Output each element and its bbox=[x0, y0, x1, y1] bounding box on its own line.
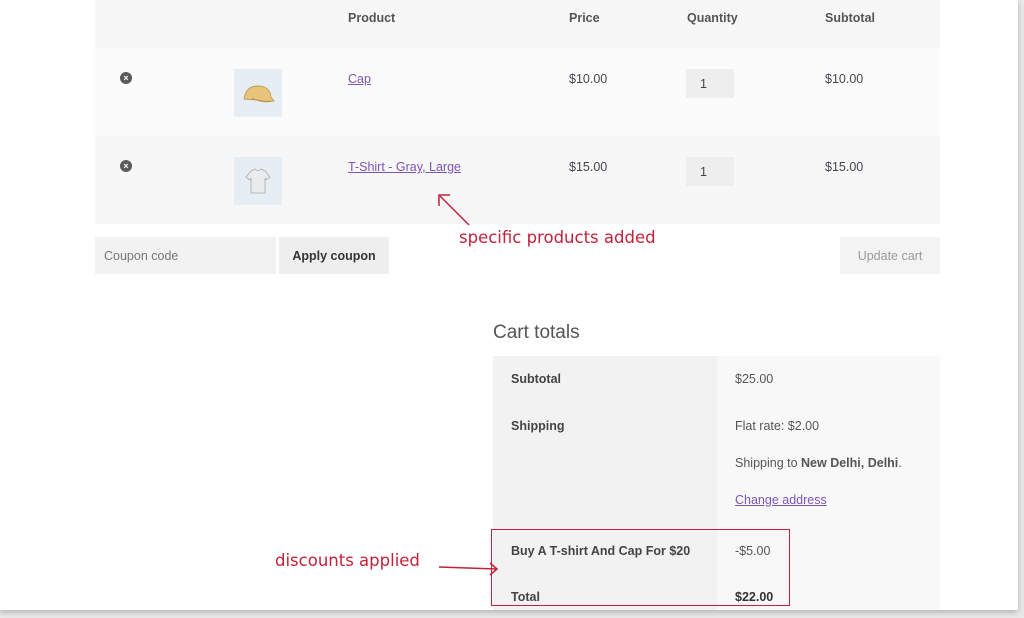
quantity-input-cap[interactable]: 1 bbox=[686, 69, 734, 98]
annotation-arrow-discounts bbox=[438, 562, 499, 576]
update-cart-button[interactable]: Update cart bbox=[840, 237, 940, 274]
close-circle-icon[interactable]: × bbox=[120, 72, 132, 84]
quantity-input-tshirt[interactable]: 1 bbox=[686, 157, 734, 186]
table-header: Product Price Quantity Subtotal bbox=[95, 0, 940, 48]
product-link-cap[interactable]: Cap bbox=[348, 72, 371, 86]
subtotal-label: Subtotal bbox=[493, 356, 717, 403]
shipping-value: Flat rate: $2.00 Shipping to New Delhi, … bbox=[717, 403, 940, 528]
annotation-discounts: discounts applied bbox=[275, 551, 420, 570]
subtotal-value: $25.00 bbox=[717, 356, 940, 403]
subtotal-row: Subtotal $25.00 bbox=[493, 356, 940, 403]
header-subtotal: Subtotal bbox=[825, 11, 875, 25]
tshirt-icon[interactable] bbox=[234, 157, 282, 205]
discount-highlight-box bbox=[491, 529, 790, 606]
shipping-method: Flat rate: $2.00 bbox=[735, 419, 820, 433]
subtotal-cap: $10.00 bbox=[825, 72, 864, 86]
header-price: Price bbox=[569, 11, 600, 25]
cart-table: Product Price Quantity Subtotal × Cap $1… bbox=[95, 0, 940, 224]
subtotal-tshirt: $15.00 bbox=[825, 160, 864, 174]
header-quantity: Quantity bbox=[687, 11, 738, 25]
apply-coupon-button[interactable]: Apply coupon bbox=[279, 237, 389, 274]
cap-icon[interactable] bbox=[234, 69, 282, 117]
coupon-code-input[interactable] bbox=[95, 237, 276, 274]
table-row: × Cap $10.00 1 $10.00 bbox=[95, 48, 940, 136]
annotation-arrow-products bbox=[438, 194, 470, 226]
header-product: Product bbox=[348, 11, 396, 25]
table-row: × T-Shirt - Gray, Large $15.00 1 $15.00 bbox=[95, 136, 940, 224]
product-link-tshirt[interactable]: T-Shirt - Gray, Large bbox=[348, 160, 461, 174]
shipping-label: Shipping bbox=[493, 403, 717, 528]
cart-page: Product Price Quantity Subtotal × Cap $1… bbox=[0, 0, 1018, 610]
cart-totals-title: Cart totals bbox=[493, 322, 580, 343]
annotation-products: specific products added bbox=[459, 228, 656, 247]
shipping-row: Shipping Flat rate: $2.00 Shipping to Ne… bbox=[493, 403, 940, 528]
price-cap: $10.00 bbox=[569, 72, 608, 86]
shipping-destination: Shipping to New Delhi, Delhi. bbox=[735, 456, 902, 470]
change-address-link[interactable]: Change address bbox=[735, 493, 827, 507]
close-circle-icon[interactable]: × bbox=[120, 160, 132, 172]
price-tshirt: $15.00 bbox=[569, 160, 608, 174]
